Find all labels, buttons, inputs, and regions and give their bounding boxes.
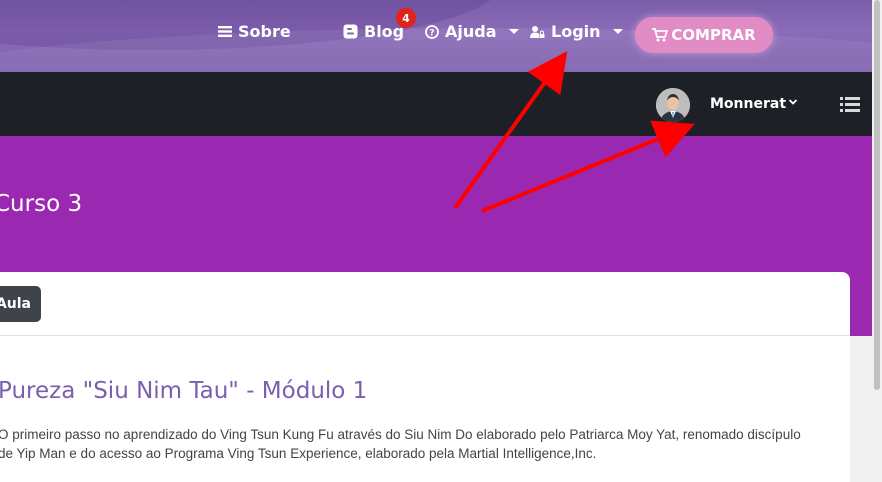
list-icon[interactable] bbox=[840, 96, 860, 113]
lesson-description-line: O primeiro passo no aprendizado do Ving … bbox=[0, 427, 801, 442]
lesson-description: O primeiro passo no aprendizado do Ving … bbox=[0, 425, 838, 463]
buy-button[interactable]: COMPRAR bbox=[635, 17, 773, 53]
blog-count-badge: 4 bbox=[396, 8, 416, 28]
cart-icon bbox=[652, 28, 669, 42]
nav-blog[interactable]: Blog bbox=[343, 22, 404, 41]
blogger-icon bbox=[343, 24, 358, 39]
nav-sobre[interactable]: Sobre bbox=[218, 22, 291, 41]
course-title: Curso 3 bbox=[0, 191, 83, 217]
buy-button-label: COMPRAR bbox=[671, 26, 756, 44]
chevron-down-icon bbox=[612, 29, 623, 34]
user-lock-icon bbox=[530, 25, 545, 38]
aula-button[interactable]: Aula bbox=[0, 286, 41, 322]
user-photo-icon bbox=[656, 88, 690, 122]
nav-sobre-label: Sobre bbox=[238, 22, 291, 41]
username-label[interactable]: Monnerat bbox=[710, 96, 786, 112]
question-circle-icon: ? bbox=[425, 24, 439, 39]
lesson-title-link[interactable]: Pureza "Siu Nim Tau" - Módulo 1 bbox=[0, 378, 367, 404]
avatar[interactable] bbox=[656, 88, 690, 122]
svg-text:?: ? bbox=[429, 28, 434, 38]
nav-ajuda[interactable]: ? Ajuda bbox=[425, 22, 519, 41]
menu-lines-icon bbox=[218, 26, 232, 37]
chevron-down-icon bbox=[508, 29, 519, 34]
nav-ajuda-label: Ajuda bbox=[445, 22, 497, 41]
scrollbar-thumb[interactable] bbox=[874, 0, 880, 390]
nav-login[interactable]: Login bbox=[530, 22, 623, 41]
card-divider bbox=[0, 335, 850, 336]
chevron-down-icon[interactable] bbox=[788, 98, 798, 106]
lesson-description-line: de Yip Man e do acesso ao Programa Ving … bbox=[0, 446, 597, 461]
nav-login-label: Login bbox=[551, 22, 601, 41]
